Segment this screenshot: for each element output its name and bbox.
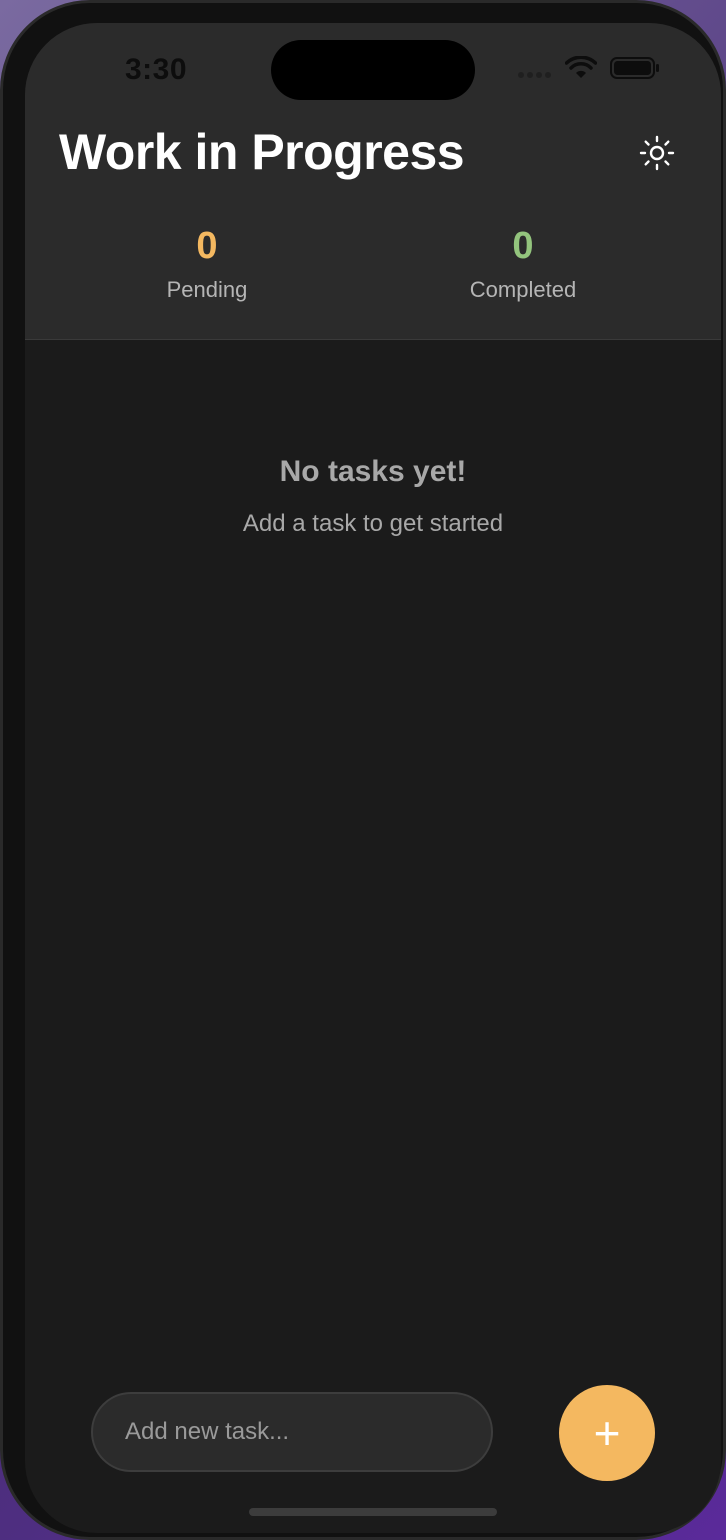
- pending-count: 0: [196, 225, 218, 267]
- status-time: 3:30: [125, 53, 188, 86]
- completed-count: 0: [512, 225, 534, 267]
- wifi-icon: [565, 56, 597, 78]
- app-screen: 3:30 Work in Progress 0 Pending 0 Comple…: [25, 23, 721, 1533]
- page-title: Work in Progress: [59, 124, 465, 180]
- completed-stat: 0 Completed: [413, 223, 633, 303]
- plus-icon: +: [593, 1407, 621, 1459]
- sun-icon: [639, 135, 675, 171]
- cellular-signal-icon: [518, 72, 551, 78]
- new-task-input[interactable]: [91, 1392, 493, 1472]
- phone-frame: 3:30 Work in Progress 0 Pending 0 Comple…: [0, 0, 726, 1540]
- theme-toggle-button[interactable]: [635, 131, 679, 175]
- dynamic-island: [271, 40, 475, 100]
- empty-state-subtitle: Add a task to get started: [242, 510, 504, 537]
- battery-icon: [610, 57, 659, 79]
- completed-label: Completed: [469, 277, 577, 302]
- app-header: 3:30 Work in Progress 0 Pending 0 Comple…: [25, 23, 721, 340]
- pending-label: Pending: [166, 277, 248, 302]
- empty-state-title: No tasks yet!: [279, 455, 467, 488]
- pending-stat: 0 Pending: [97, 223, 317, 303]
- home-indicator: [249, 1508, 497, 1516]
- add-task-button[interactable]: +: [559, 1385, 655, 1481]
